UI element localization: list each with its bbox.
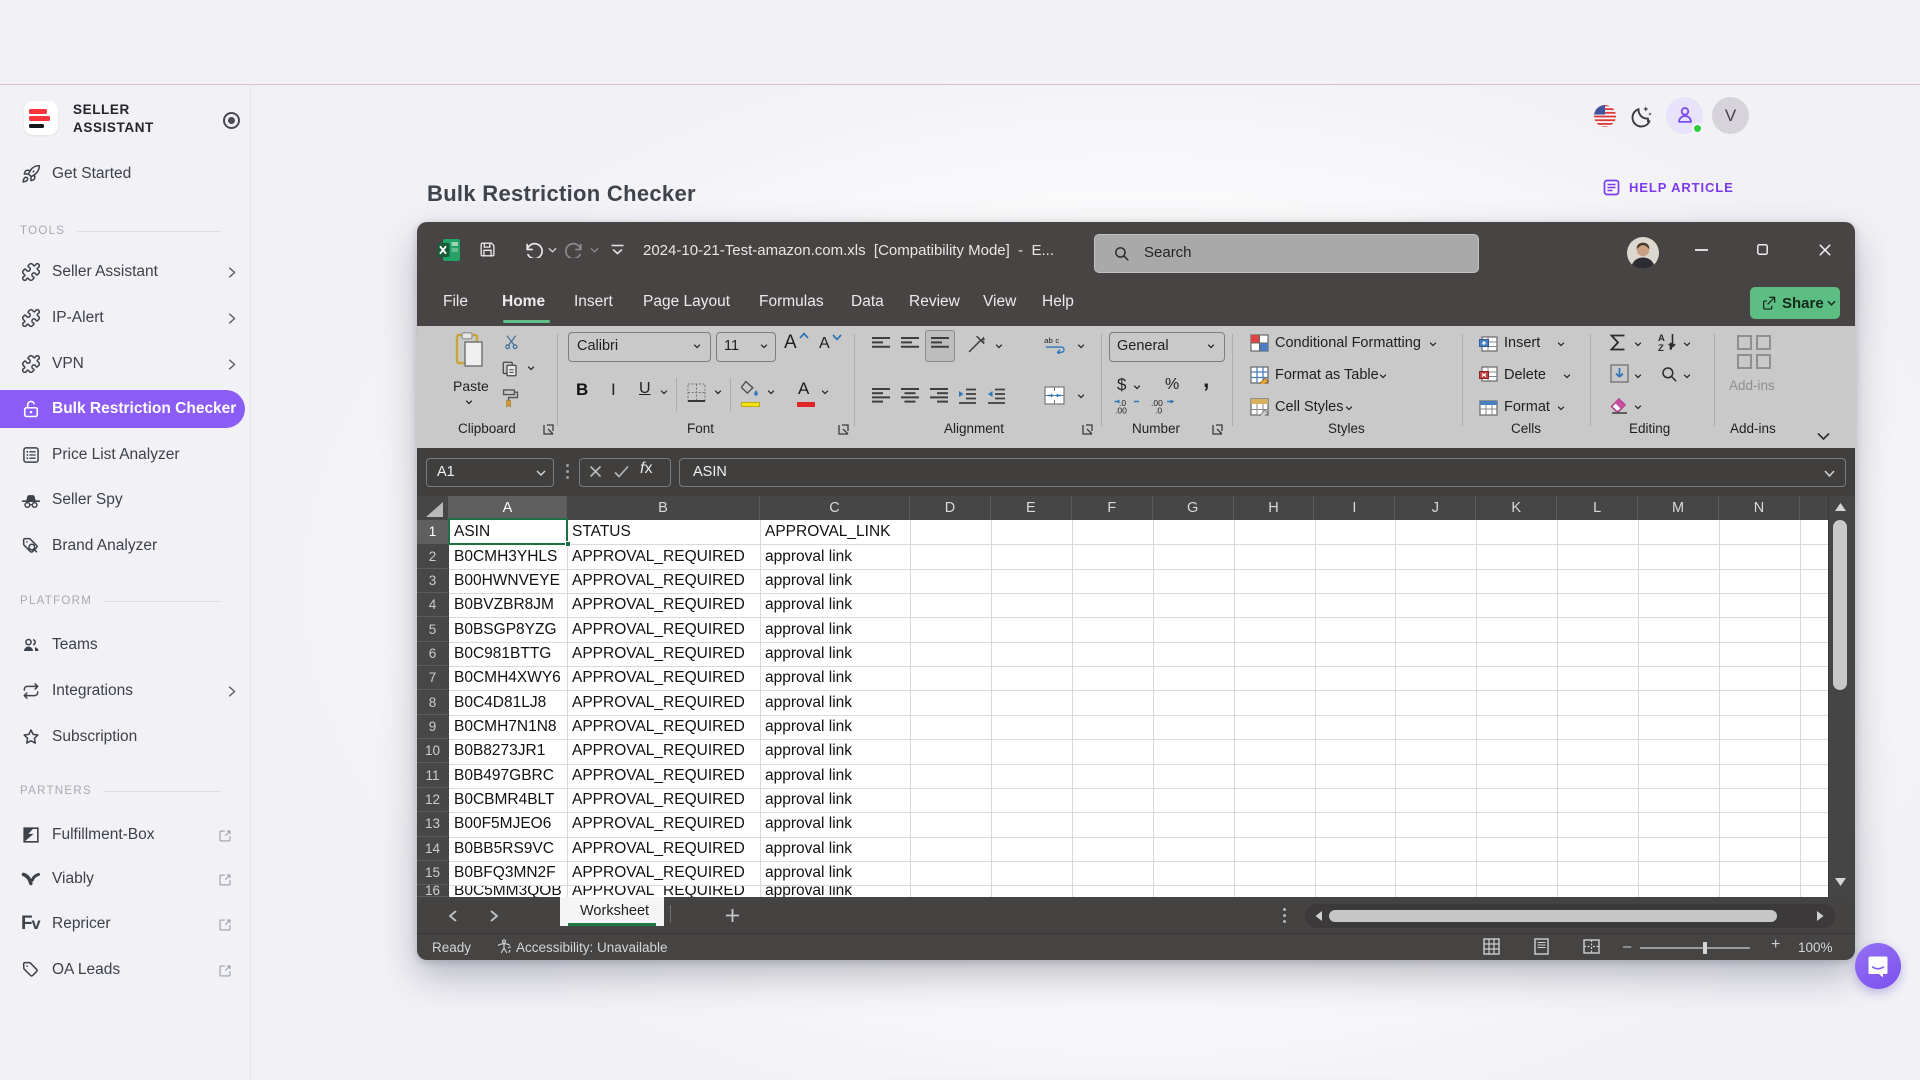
- svg-text:Z: Z: [1658, 343, 1664, 352]
- svg-text:c: c: [1055, 336, 1059, 345]
- svg-text:.00: .00: [1115, 406, 1127, 415]
- svg-text:ab: ab: [1044, 336, 1053, 345]
- svg-text:.0: .0: [1155, 406, 1162, 415]
